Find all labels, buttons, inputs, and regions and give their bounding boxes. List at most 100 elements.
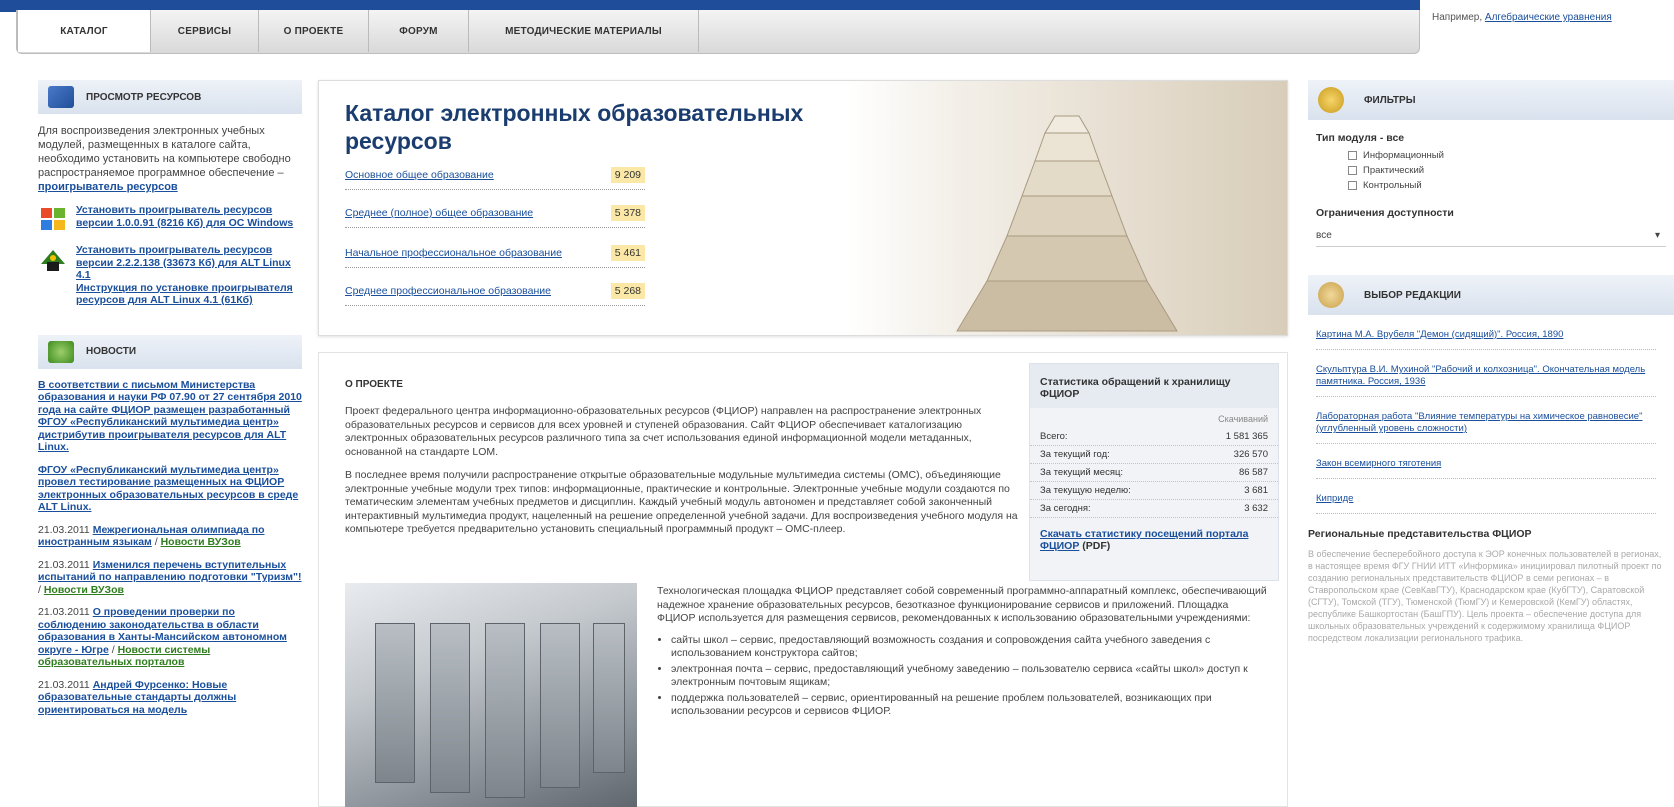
stats-label: За текущий год: [1040, 449, 1110, 460]
stats-download: Скачать статистику посещений портала ФЦИ… [1040, 528, 1268, 552]
editor-pick-link[interactable]: Скульптура В.И. Мухиной "Рабочий и колхо… [1316, 364, 1656, 397]
filters-header: ФИЛЬТРЫ [1308, 80, 1674, 120]
windows-icon [38, 204, 68, 234]
news-list: В соответствии с письмом Министерства об… [38, 379, 302, 717]
editors-list: Картина М.А. Врубеля "Демон (сидящий)". … [1308, 329, 1674, 514]
catalog-row: Среднее профессиональное образование 5 2… [345, 283, 645, 306]
news-link[interactable]: В соответствии с письмом Министерства об… [38, 379, 302, 454]
stats-row: За текущий месяц: 86 587 [1030, 464, 1278, 482]
stats-value: 326 570 [1233, 449, 1268, 460]
about-title: О ПРОЕКТЕ [345, 379, 403, 390]
main-tabs: КАТАЛОГ СЕРВИСЫ О ПРОЕКТЕ ФОРУМ МЕТОДИЧЕ… [16, 10, 1420, 54]
tech-platform-text: Технологическая площадка ФЦИОР представл… [657, 585, 1267, 721]
top-navigation: КАТАЛОГ СЕРВИСЫ О ПРОЕКТЕ ФОРУМ МЕТОДИЧЕ… [0, 0, 1674, 62]
server-rack [430, 623, 470, 793]
module-type-label: Тип модуля - все [1316, 132, 1405, 144]
server-rack [593, 623, 625, 773]
chevron-down-icon: ▾ [1654, 230, 1660, 241]
access-value: все [1316, 230, 1332, 241]
filters-title: ФИЛЬТРЫ [1364, 94, 1416, 106]
server-rack [375, 623, 415, 783]
download-windows: Установить проигрыватель ресурсов версии… [38, 204, 302, 234]
stats-row: За текущий год: 326 570 [1030, 446, 1278, 464]
stats-row: За текущую неделю: 3 681 [1030, 482, 1278, 500]
stats-label: За текущую неделю: [1040, 485, 1131, 496]
catalog-row: Начальное профессиональное образование 5… [345, 245, 645, 268]
about-section: О ПРОЕКТЕ Проект федерального центра инф… [318, 352, 1288, 807]
tab-services[interactable]: СЕРВИСЫ [151, 10, 259, 52]
server-rack [540, 623, 580, 788]
search-hint: Например, Алгебраические уравнения [1432, 12, 1612, 23]
news-tag[interactable]: Новости ВУЗов [44, 584, 124, 596]
news-tag[interactable]: Новости ВУЗов [161, 536, 241, 548]
editor-pick-link[interactable]: Закон всемирного тяготения [1316, 458, 1656, 479]
catalog-row-count: 5 461 [610, 245, 645, 261]
stats-column-header: Скачиваний [1218, 414, 1268, 424]
regional-title: Региональные представительства ФЦИОР [1308, 528, 1532, 540]
news-item: 21.03.2011 Изменился перечень вступитель… [38, 558, 302, 596]
view-resources-title: ПРОСМОТР РЕСУРСОВ [86, 91, 202, 103]
hint-prefix: Например, [1432, 12, 1483, 23]
download-linux-link[interactable]: Установить проигрыватель ресурсов версии… [76, 244, 302, 282]
tower-of-babel-image [847, 81, 1287, 335]
catalog-row: Среднее (полное) общее образование 5 378 [345, 205, 645, 228]
catalog-row-link[interactable]: Начальное профессиональное образование [345, 247, 562, 259]
stats-title: Статистика обращений к хранилищу ФЦИОР [1030, 364, 1278, 408]
service-item: сайты школ – сервис, предоставляющий воз… [671, 634, 1267, 661]
news-date: 21.03.2011 [38, 678, 90, 691]
editor-pick-link[interactable]: Лабораторная работа "Влияние температуры… [1316, 411, 1656, 444]
stats-value: 3 632 [1244, 503, 1268, 514]
stats-label: Всего: [1040, 431, 1068, 442]
catalog-row-link[interactable]: Среднее профессиональное образование [345, 285, 551, 297]
stats-box: Статистика обращений к хранилищу ФЦИОР С… [1029, 363, 1279, 581]
news-icon [48, 340, 74, 363]
catalog-banner: Каталог электронных образовательных ресу… [318, 80, 1288, 336]
download-windows-link[interactable]: Установить проигрыватель ресурсов версии… [76, 204, 302, 234]
news-title: НОВОСТИ [86, 346, 137, 357]
filter-checkbox[interactable]: Практический [1348, 165, 1674, 176]
view-text: Для воспроизведения электронных учебных … [38, 125, 291, 179]
catalog-title: Каталог электронных образовательных ресу… [345, 100, 804, 154]
editor-pick-link[interactable]: Киприде [1316, 493, 1656, 514]
catalog-book-icon [48, 86, 74, 108]
checkbox-label: Информационный [1363, 150, 1444, 161]
catalog-row-count: 9 209 [610, 167, 645, 183]
catalog-row-count: 5 268 [610, 283, 645, 299]
services-list: сайты школ – сервис, предоставляющий воз… [657, 634, 1267, 719]
editors-title: ВЫБОР РЕДАКЦИИ [1364, 289, 1461, 301]
service-item: электронная почта – сервис, предоставляю… [671, 663, 1267, 690]
left-column: ПРОСМОТР РЕСУРСОВ Для воспроизведения эл… [38, 80, 302, 716]
tab-forum[interactable]: ФОРУМ [369, 10, 469, 52]
server-rack [485, 623, 525, 798]
checkbox-box[interactable] [1348, 166, 1357, 175]
player-link[interactable]: проигрыватель ресурсов [38, 181, 178, 193]
stats-label: За сегодня: [1040, 503, 1091, 514]
catalog-row: Основное общее образование 9 209 [345, 167, 645, 190]
news-date: 21.03.2011 [38, 606, 90, 618]
linux-icon [38, 244, 68, 274]
checkbox-box[interactable] [1348, 181, 1357, 190]
catalog-row-link[interactable]: Среднее (полное) общее образование [345, 207, 533, 219]
catalog-row-link[interactable]: Основное общее образование [345, 169, 494, 181]
stats-row: Всего: 1 581 365 [1030, 428, 1278, 446]
stats-download-link[interactable]: Скачать статистику посещений портала ФЦИ… [1040, 528, 1248, 552]
filter-checkbox[interactable]: Контрольный [1348, 180, 1674, 191]
news-link[interactable]: ФГОУ «Республиканский мультимедиа центр»… [38, 464, 298, 514]
hint-link[interactable]: Алгебраические уравнения [1485, 12, 1612, 23]
tab-about[interactable]: О ПРОЕКТЕ [259, 10, 369, 52]
access-select[interactable]: все ▾ [1316, 225, 1666, 247]
view-resources-header: ПРОСМОТР РЕСУРСОВ [38, 80, 302, 114]
download-linux: Установить проигрыватель ресурсов версии… [38, 244, 302, 307]
view-resources-text: Для воспроизведения электронных учебных … [38, 124, 302, 194]
tab-methodical[interactable]: МЕТОДИЧЕСКИЕ МАТЕРИАЛЫ [469, 10, 699, 52]
editor-pick-link[interactable]: Картина М.А. Врубеля "Демон (сидящий)". … [1316, 329, 1656, 350]
checkbox-box[interactable] [1348, 151, 1357, 160]
filter-icon [1318, 87, 1344, 113]
news-item: 21.03.2011 Андрей Фурсенко: Новые образо… [38, 679, 302, 717]
install-instructions-link[interactable]: Инструкция по установке проигрывателя ре… [76, 282, 302, 307]
editors-choice-header: ВЫБОР РЕДАКЦИИ [1308, 275, 1674, 315]
filter-checkbox[interactable]: Информационный [1348, 150, 1674, 161]
news-date: 21.03.2011 [38, 523, 90, 536]
stats-row: За сегодня: 3 632 [1030, 500, 1278, 518]
tab-catalog[interactable]: КАТАЛОГ [17, 10, 151, 52]
